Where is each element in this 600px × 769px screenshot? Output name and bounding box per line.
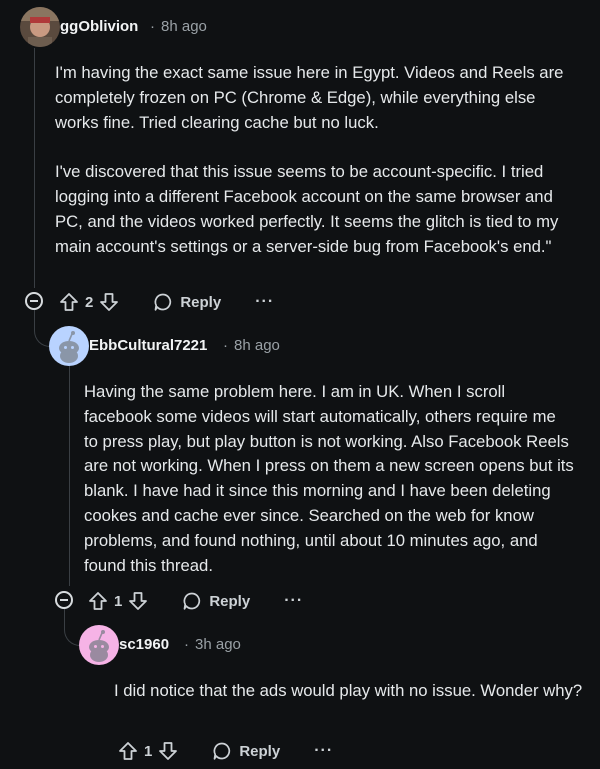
snoo-avatar-icon (49, 326, 89, 366)
downvote-button[interactable] (158, 741, 178, 761)
downvote-arrow-icon (159, 742, 178, 760)
speech-bubble-icon (213, 742, 231, 760)
reply-button[interactable]: Reply (153, 292, 221, 312)
reply-label: Reply (239, 742, 281, 760)
upvote-button[interactable] (88, 591, 108, 611)
separator-dot: · (150, 18, 155, 35)
comment-actions: 1 Reply ··· (88, 589, 303, 613)
more-options-button[interactable]: ··· (255, 293, 274, 311)
comment-body: Having the same problem here. I am in UK… (84, 380, 574, 578)
username[interactable]: EbbCultural7221 (89, 337, 207, 354)
separator-dot: · (184, 636, 189, 653)
comment-paragraph: I've discovered that this issue seems to… (55, 162, 559, 256)
comment-body: I'm having the exact same issue here in … (55, 61, 575, 259)
downvote-button[interactable] (99, 292, 119, 312)
avatar[interactable] (79, 625, 119, 665)
vote-count: 2 (85, 293, 94, 311)
comment-body: I did notice that the ads would play wit… (114, 679, 584, 704)
downvote-button[interactable] (128, 591, 148, 611)
collapse-button[interactable] (25, 292, 43, 310)
separator-dot: · (223, 337, 228, 354)
reply-label: Reply (180, 293, 222, 311)
upvote-arrow-icon (60, 293, 78, 311)
more-options-button[interactable]: ··· (314, 742, 333, 760)
timestamp-text: 8h ago (161, 18, 207, 35)
speech-bubble-icon (183, 592, 201, 610)
vote-count: 1 (144, 742, 153, 760)
snoo-avatar-icon (79, 625, 119, 665)
reply-label: Reply (209, 592, 251, 610)
speech-bubble-icon (154, 293, 172, 311)
avatar[interactable] (20, 7, 60, 47)
reply-button[interactable]: Reply (212, 741, 280, 761)
avatar[interactable] (49, 326, 89, 366)
upvote-arrow-icon (119, 742, 137, 760)
downvote-arrow-icon (100, 293, 119, 311)
more-options-button[interactable]: ··· (284, 592, 303, 610)
thread-line-reply-1 (69, 366, 70, 586)
timestamp: · 3h ago (184, 636, 241, 653)
vote-count: 1 (114, 592, 123, 610)
username[interactable]: ggOblivion (60, 18, 138, 35)
comment-paragraph: Having the same problem here. I am in UK… (84, 382, 574, 575)
upvote-button[interactable] (118, 741, 138, 761)
thread-line-main (34, 48, 35, 288)
timestamp-text: 8h ago (234, 337, 280, 354)
minus-icon (30, 300, 38, 302)
comment-actions: 1 Reply ··· (118, 739, 333, 763)
minus-icon (60, 599, 68, 601)
timestamp: · 8h ago (150, 18, 207, 35)
timestamp-text: 3h ago (195, 636, 241, 653)
upvote-button[interactable] (59, 292, 79, 312)
downvote-arrow-icon (129, 592, 148, 610)
username[interactable]: sc1960 (119, 636, 169, 653)
comment-paragraph: I did notice that the ads would play wit… (114, 681, 583, 700)
comment-paragraph: I'm having the exact same issue here in … (55, 63, 564, 132)
comment-actions: 2 Reply ··· (59, 290, 274, 314)
user-photo-avatar-icon (20, 7, 60, 47)
timestamp: · 8h ago (223, 337, 280, 354)
upvote-arrow-icon (89, 592, 107, 610)
collapse-button[interactable] (55, 591, 73, 609)
reply-button[interactable]: Reply (182, 591, 250, 611)
